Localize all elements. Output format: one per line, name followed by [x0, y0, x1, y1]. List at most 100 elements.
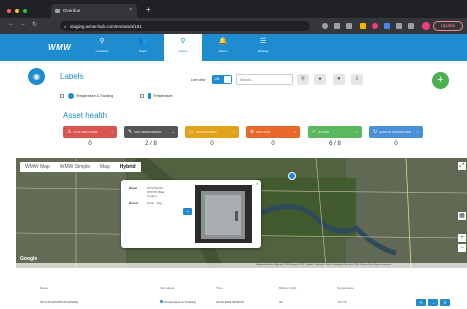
url-text: staging.wmw-hub.com/en/asset/181 — [70, 23, 142, 29]
health-count: 0 — [210, 141, 214, 147]
zoom-icon[interactable] — [322, 23, 328, 29]
row-edit-button[interactable]: ✎ — [416, 299, 426, 306]
url-bar[interactable]: ● staging.wmw-hub.com/en/asset/181 — [60, 21, 310, 31]
zoom-in-button[interactable]: + — [458, 234, 466, 242]
sidebar-icon[interactable] — [408, 23, 414, 29]
export-button[interactable]: ⇩ — [351, 74, 363, 85]
bookmark-icon[interactable] — [346, 23, 352, 29]
health-in-alarm-button[interactable]: ⚠ IN ALARM STATE → — [63, 126, 117, 138]
health-always-connected-button[interactable]: ↻ ALWAYS CONNECTED → — [369, 126, 423, 138]
back-button[interactable]: ← — [8, 21, 14, 27]
close-icon[interactable]: × — [256, 181, 258, 186]
cell-temperature: -71.7°F — [337, 300, 347, 304]
zoom-out-button[interactable]: − — [458, 244, 466, 252]
profile-avatar[interactable] — [422, 22, 430, 30]
check-icon: ✓ — [312, 129, 317, 135]
close-tab-icon[interactable]: × — [129, 7, 132, 13]
health-low-battery-button[interactable]: ▭ LOW BATTERY → — [185, 126, 239, 138]
column-header-name: Name — [40, 286, 49, 290]
label-option[interactable]: Temperature & Tracking — [60, 93, 113, 99]
tab-title: Overdue — [63, 8, 81, 13]
close-window-icon[interactable] — [7, 9, 11, 13]
maximize-window-icon[interactable] — [23, 9, 27, 13]
nav-label: Alarms — [218, 49, 228, 53]
toggle-knob — [224, 76, 231, 83]
open-asset-button[interactable]: + — [183, 208, 192, 215]
cell-name: WY-015 (IM 005715 (Mobile) — [40, 300, 79, 304]
checkbox[interactable] — [60, 94, 64, 98]
map[interactable]: WMW Map WMW Simple Map Hybrid × Name WY-… — [16, 158, 467, 268]
favorite-filter-button[interactable]: ♥ — [333, 74, 345, 85]
tab-hybrid[interactable]: Hybrid — [115, 162, 141, 172]
health-label: IN ALARM STATE — [73, 130, 98, 134]
forward-button[interactable]: → — [20, 21, 26, 27]
address-bar-row: ← → ↻ ● staging.wmw-hub.com/en/asset/181… — [0, 18, 467, 34]
health-count: 0 — [394, 141, 398, 147]
download-icon: ⇩ — [354, 76, 360, 82]
health-label: ACTIVE — [318, 130, 330, 134]
popup-name-label: Name — [129, 186, 138, 190]
pegman-icon[interactable]: ▦ — [458, 212, 466, 220]
labels-title: Labels — [60, 72, 84, 81]
table-row[interactable]: WY-015 (IM 005715 (Mobile) Temperature &… — [0, 296, 467, 309]
health-label: NOT RESPONDING — [134, 130, 162, 134]
browser-tab-strip: Overdue × + — [0, 0, 467, 18]
alarm-icon: ⚠ — [67, 129, 72, 135]
health-inactive-button[interactable]: ⊘ INACTIVE → — [246, 126, 300, 138]
logo[interactable]: WMW — [48, 43, 71, 52]
tab-wmw-simple[interactable]: WMW Simple — [55, 162, 95, 172]
fullscreen-icon[interactable]: ⤢ — [458, 162, 466, 170]
nav-users[interactable]: 👥 Users — [124, 34, 162, 61]
google-logo: Google — [20, 256, 38, 262]
asset-marker-icon[interactable] — [288, 172, 296, 180]
reload-button[interactable]: ↻ — [32, 21, 37, 28]
popup-brand-value: None - Tag — [147, 201, 162, 205]
map-type-tabs: WMW Map WMW Simple Map Hybrid — [20, 162, 141, 172]
nav-locations[interactable]: ⚲ Locations — [83, 34, 121, 61]
search-button[interactable]: ⚲ — [297, 74, 309, 85]
health-not-responding-button[interactable]: ✎ NOT RESPONDING → — [124, 126, 178, 138]
extension-icon[interactable] — [372, 23, 378, 29]
users-icon: 👥 — [138, 38, 148, 45]
arrow-right-icon: → — [415, 129, 420, 135]
live-view-toggle[interactable]: ON — [212, 75, 232, 84]
new-tab-button[interactable]: + — [146, 6, 151, 14]
add-asset-button[interactable]: + — [432, 72, 449, 89]
nav-settings[interactable]: ☰ Settings — [244, 34, 282, 61]
update-button[interactable]: Update — [433, 21, 463, 31]
live-view-label: Live view — [191, 78, 206, 82]
extension-icon[interactable] — [360, 23, 366, 29]
row-delete-button[interactable]: ✕ — [440, 299, 450, 306]
nav-label: Settings — [257, 49, 269, 53]
search-icon: ⚲ — [301, 76, 305, 82]
asset-info-popup: × Name WY-015 (IM 005715 (Bag Cooler) Br… — [121, 180, 261, 248]
label-text: Temperature & Tracking — [76, 93, 114, 98]
cell-label-text: Temperature & Tracking — [164, 300, 196, 304]
health-count: 0 — [271, 141, 275, 147]
asset-health-title: Asset health — [63, 111, 108, 120]
menu-icon: ☰ — [259, 38, 267, 45]
health-count: 0 — [88, 141, 92, 147]
minimize-window-icon[interactable] — [15, 9, 19, 13]
health-label: ALWAYS CONNECTED — [379, 130, 411, 134]
toggle-text: ON — [214, 77, 220, 81]
row-view-button[interactable]: → — [428, 299, 438, 306]
tab-wmw-map[interactable]: WMW Map — [20, 162, 55, 172]
share-icon[interactable] — [334, 23, 340, 29]
health-active-button[interactable]: ✓ ACTIVE → — [308, 126, 362, 138]
puzzle-icon[interactable] — [396, 23, 402, 29]
health-count: 6 / 8 — [329, 141, 341, 147]
nav-alarms[interactable]: 🔔 Alarms — [204, 34, 242, 61]
location-filter-button[interactable]: ● — [314, 74, 326, 85]
checkbox[interactable] — [140, 94, 144, 98]
tab-map[interactable]: Map — [95, 162, 115, 172]
label-option[interactable]: Temperature — [140, 93, 173, 99]
label-text: Temperature — [153, 93, 173, 98]
extension-icon[interactable] — [384, 23, 390, 29]
nav-assets[interactable]: ⚲ Assets — [164, 34, 202, 61]
location-pin-icon: ⚲ — [99, 38, 105, 45]
trash-icon: ✕ — [443, 300, 447, 305]
browser-tab[interactable]: Overdue × — [51, 4, 137, 18]
search-input[interactable] — [236, 74, 293, 85]
inactive-icon: ⊘ — [250, 129, 255, 135]
